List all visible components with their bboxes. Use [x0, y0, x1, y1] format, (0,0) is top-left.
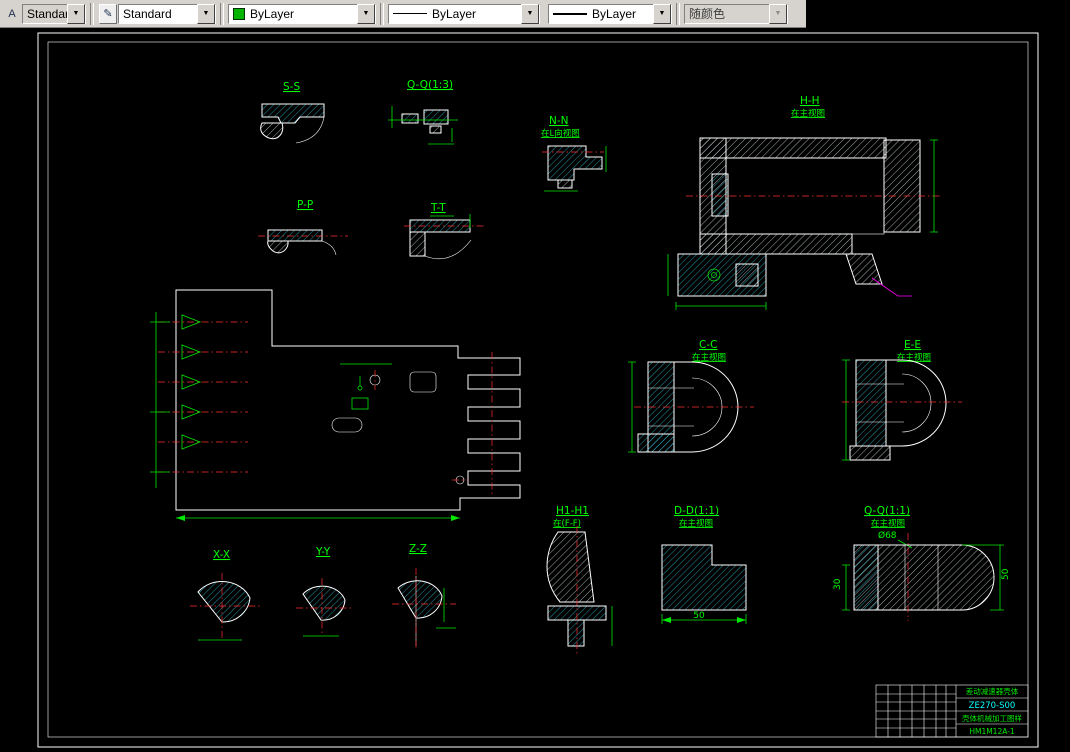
view-label-xx: X-X	[213, 549, 230, 561]
color-dropdown-arrow-icon[interactable]: ▼	[357, 3, 375, 24]
titleblock-part-no: HM1M12A-1	[969, 727, 1015, 736]
lineweight-dropdown[interactable]: ByLayer ▼	[548, 3, 672, 24]
view-label-h1h1: H1-H1	[556, 505, 589, 517]
view-qq11: Q-Q(1:1) 在主视图 Ø68 30 50	[833, 505, 1011, 621]
view-tt: T-T	[404, 202, 484, 260]
view-sublabel-qq11: 在主视图	[871, 518, 905, 529]
dim-qq-30: 30	[833, 578, 843, 590]
view-label-zz: Z-Z	[409, 543, 427, 555]
drawing-canvas-viewport[interactable]: S-S Q-Q(1:3) N-N 在L向视图 H-H 在主视图 P-P T-T …	[0, 28, 1070, 752]
view-ss: S-S	[260, 81, 325, 144]
view-sublabel-cc: 在主视图	[692, 352, 726, 363]
view-xx: X-X	[190, 549, 260, 641]
lineweight-value: ByLayer	[592, 6, 637, 21]
bylayer-color-swatch-icon	[233, 7, 245, 20]
dim-qq-50: 50	[1001, 568, 1011, 580]
dim-style-value: Standard	[123, 6, 172, 21]
view-qq13: Q-Q(1:3)	[388, 79, 458, 145]
view-label-nn: N-N	[549, 115, 569, 127]
plot-style-dropdown-arrow-icon: ▼	[769, 3, 787, 24]
linetype-line-icon	[393, 13, 427, 14]
linetype-dropdown[interactable]: ByLayer ▼	[388, 3, 540, 24]
view-label-tt: T-T	[430, 202, 446, 214]
dim-qq-dia68: Ø68	[878, 530, 897, 541]
text-style-icon[interactable]: A	[3, 3, 21, 24]
view-hh: H-H 在主视图	[667, 95, 942, 310]
view-label-hh: H-H	[800, 95, 820, 107]
toolbar-separator	[220, 2, 224, 25]
view-label-yy: Y-Y	[315, 546, 331, 558]
toolbar-separator	[380, 2, 384, 25]
titleblock-drawing-no: ZE270-S00	[969, 701, 1016, 711]
plot-style-value: 随颜色	[689, 7, 726, 21]
top-toolbar: A Standard ▼ ✎ Standard ▼ ByLayer ▼ ByLa…	[0, 0, 806, 28]
view-label-ee: E-E	[904, 339, 921, 351]
color-value: ByLayer	[250, 6, 295, 21]
text-style-dropdown-arrow-icon[interactable]: ▼	[67, 3, 85, 24]
view-dd11: D-D(1:1) 在主视图 50	[661, 505, 747, 624]
titleblock-doc-name: 壳体机械加工图样	[962, 713, 1022, 723]
view-label-dd11: D-D(1:1)	[674, 505, 719, 517]
title-block: 差动减速器壳体 ZE270-S00 壳体机械加工图样 HM1M12A-1	[875, 684, 1029, 738]
view-label-pp: P-P	[297, 199, 313, 211]
view-label-ss: S-S	[283, 81, 300, 93]
text-style-dropdown[interactable]: Standard ▼	[22, 3, 86, 24]
view-sublabel-nn: 在L向视图	[541, 128, 580, 139]
cad-application-window: A Standard ▼ ✎ Standard ▼ ByLayer ▼ ByLa…	[0, 0, 1070, 752]
view-cc: C-C 在主视图	[628, 339, 754, 453]
toolbar-separator	[90, 2, 94, 25]
linetype-value: ByLayer	[432, 6, 477, 21]
plot-style-dropdown: 随颜色 ▼	[684, 3, 788, 24]
dim-dd-50: 50	[693, 611, 705, 621]
view-ee: E-E 在主视图	[842, 339, 962, 461]
view-h1h1: H1-H1 在(F-F)	[546, 505, 613, 654]
view-zz: Z-Z	[392, 543, 456, 648]
dim-style-dropdown-arrow-icon[interactable]: ▼	[197, 3, 215, 24]
view-sublabel-dd11: 在主视图	[679, 518, 713, 529]
drawing-svg: S-S Q-Q(1:3) N-N 在L向视图 H-H 在主视图 P-P T-T …	[37, 32, 1039, 748]
view-pp: P-P	[258, 199, 348, 256]
view-main-plan	[150, 289, 521, 521]
toolbar-separator	[676, 2, 680, 25]
lineweight-line-icon	[553, 12, 587, 15]
view-label-qq13: Q-Q(1:3)	[407, 79, 453, 91]
view-yy: Y-Y	[296, 546, 354, 637]
view-nn: N-N 在L向视图	[541, 115, 607, 192]
view-label-cc: C-C	[699, 339, 717, 351]
dim-style-icon[interactable]: ✎	[99, 3, 117, 24]
dim-style-dropdown[interactable]: Standard ▼	[118, 3, 216, 24]
linetype-dropdown-arrow-icon[interactable]: ▼	[521, 3, 539, 24]
view-label-qq11: Q-Q(1:1)	[864, 505, 910, 517]
view-sublabel-hh: 在主视图	[791, 108, 825, 119]
titleblock-product-name: 差动减速器壳体	[966, 686, 1019, 696]
text-style-value: Standard	[27, 6, 67, 21]
color-dropdown[interactable]: ByLayer ▼	[228, 3, 376, 24]
lineweight-dropdown-arrow-icon[interactable]: ▼	[653, 3, 671, 24]
